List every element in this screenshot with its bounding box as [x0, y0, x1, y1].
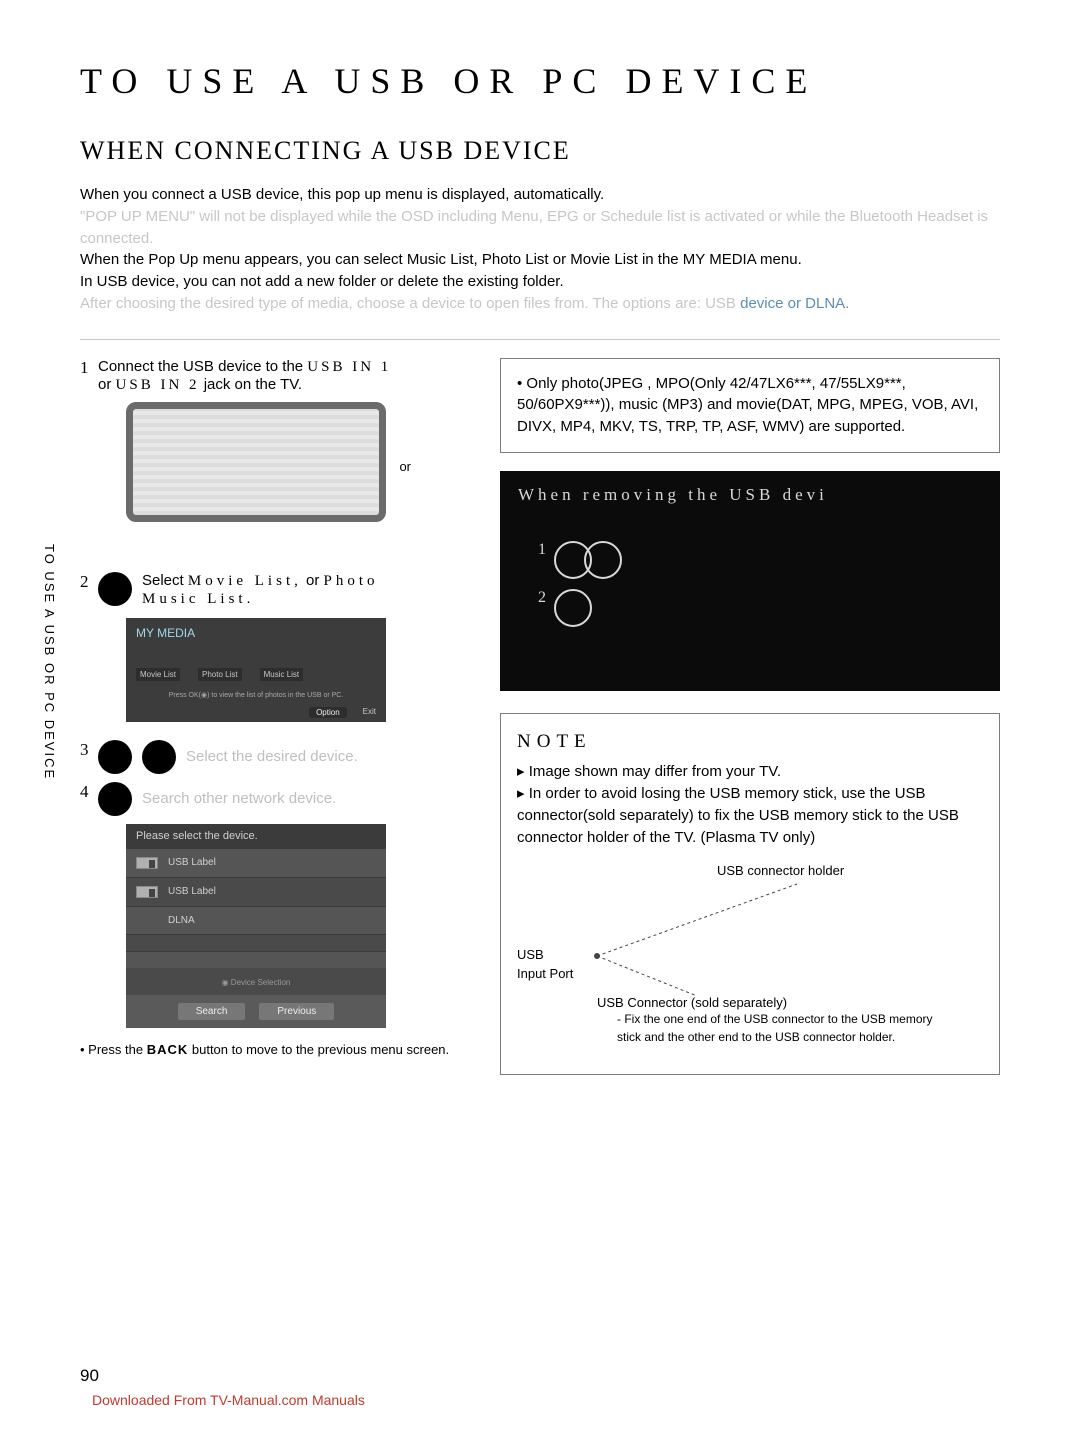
device-row-label: USB Label [168, 857, 216, 868]
note-title: NOTE [517, 728, 983, 756]
step-1-bold1: USB IN 1 [307, 359, 391, 375]
device-panel-head: Please select the device. [126, 824, 386, 848]
step-2-opt3: Music List. [142, 591, 254, 607]
device-hint: ◉ Device Selection [126, 968, 386, 995]
mymedia-movie[interactable]: Movie List [136, 668, 180, 681]
step-1: 1 Connect the USB device to the USB IN 1… [80, 358, 470, 394]
mymedia-option-btn[interactable]: Option [309, 707, 347, 718]
remote-btn-icon [142, 740, 176, 774]
device-row-usb1[interactable]: USB Label [126, 848, 386, 877]
intro-line-3: When the Pop Up menu appears, you can se… [80, 249, 1000, 271]
step-num-3: 3 [80, 740, 90, 760]
step-1-text-a: Connect the USB device to the [98, 358, 307, 375]
mymedia-photo[interactable]: Photo List [198, 668, 242, 681]
usb-icon [136, 857, 158, 869]
device-row-dlna[interactable]: DLNA [126, 906, 386, 934]
back-note-a: • Press the [80, 1042, 147, 1057]
intro-line-5a: After choosing the desired type of media… [80, 295, 740, 312]
supported-formats-box: • Only photo(JPEG , MPO(Only 42/47LX6***… [500, 358, 1000, 453]
step-1-text-c: jack on the TV. [200, 376, 303, 393]
removing-usb-title: When removing the USB devi [518, 485, 982, 505]
label-port: USB Input Port [517, 946, 573, 984]
section-subtitle: WHEN CONNECTING A USB DEVICE [80, 136, 1000, 166]
step-4: 4 Search other network device. [80, 782, 470, 816]
connector-note: - Fix the one end of the USB connector t… [617, 1011, 957, 1046]
removing-usb-box: When removing the USB devi 1 2 [500, 471, 1000, 691]
page-title: TO USE A USB OR PC DEVICE [80, 60, 1000, 102]
remote-btn-icon [98, 782, 132, 816]
device-row-usb2[interactable]: USB Label [126, 877, 386, 906]
step-2-opt1: Movie List, [188, 573, 302, 589]
note-bullet-1: ▸ Image shown may differ from your TV. [517, 761, 983, 783]
step-4-text: Search other network device. [142, 782, 336, 807]
usb-diagram: USB connector holder USB Input Port USB … [517, 856, 983, 1056]
step-1-text-b: or [98, 376, 116, 393]
device-row-label: USB Label [168, 886, 216, 897]
step-2-opt2: Photo [324, 573, 379, 589]
mymedia-exit-btn[interactable]: Exit [363, 707, 376, 718]
mymedia-hint: Press OK(◉) to view the list of photos i… [136, 691, 376, 699]
step-num-2: 2 [80, 572, 90, 592]
back-note-b: button to move to the previous menu scre… [188, 1042, 449, 1057]
mymedia-title: MY MEDIA [136, 626, 376, 640]
label-holder: USB connector holder [717, 862, 844, 881]
step-2-mid: or [306, 572, 324, 589]
step-2-text: Select [142, 572, 188, 589]
or-label: or [399, 459, 411, 474]
intro-line-1: When you connect a USB device, this pop … [80, 184, 1000, 206]
back-note-bold: BACK [147, 1042, 189, 1057]
step-num-4: 4 [80, 782, 90, 802]
step-2: 2 Select Movie List, or Photo Music List… [80, 572, 470, 608]
circle-icon [584, 541, 622, 579]
step-1-bold2: USB IN 2 [116, 377, 200, 393]
step-3: 3 Select the desired device. [80, 740, 470, 774]
intro-line-5b: device or DLNA. [740, 295, 849, 312]
dark-step-2: 2 [538, 589, 550, 606]
step-num-1: 1 [80, 358, 90, 378]
device-select-panel: Please select the device. USB Label USB … [126, 824, 386, 1028]
intro-block: When you connect a USB device, this pop … [80, 184, 1000, 315]
divider [80, 339, 1000, 340]
page-number: 90 [80, 1366, 99, 1386]
note-box: NOTE ▸ Image shown may differ from your … [500, 713, 1000, 1076]
device-row-empty [126, 934, 386, 951]
left-column: 1 Connect the USB device to the USB IN 1… [80, 358, 470, 1076]
intro-line-4: In USB device, you can not add a new fol… [80, 271, 1000, 293]
previous-button[interactable]: Previous [259, 1003, 334, 1020]
search-button[interactable]: Search [178, 1003, 246, 1020]
device-row-empty [126, 951, 386, 968]
back-note: • Press the BACK button to move to the p… [80, 1042, 470, 1057]
download-footer: Downloaded From TV-Manual.com Manuals [92, 1392, 365, 1408]
remote-btn-icon [98, 572, 132, 606]
intro-line-2: "POP UP MENU" will not be displayed whil… [80, 206, 1000, 250]
mymedia-panel: MY MEDIA Movie List Photo List Music Lis… [126, 618, 386, 722]
dark-step-1: 1 [538, 541, 550, 558]
right-column: • Only photo(JPEG , MPO(Only 42/47LX6***… [500, 358, 1000, 1076]
tv-illustration: or [126, 402, 386, 522]
device-row-label: DLNA [168, 915, 195, 926]
note-bullet-2: ▸ In order to avoid losing the USB memor… [517, 783, 983, 848]
step-3-text: Select the desired device. [186, 740, 358, 765]
usb-icon [136, 886, 158, 898]
mymedia-music[interactable]: Music List [260, 668, 304, 681]
side-label: TO USE A USB OR PC DEVICE [42, 544, 57, 780]
remote-btn-icon [98, 740, 132, 774]
circle-icon [554, 589, 592, 627]
